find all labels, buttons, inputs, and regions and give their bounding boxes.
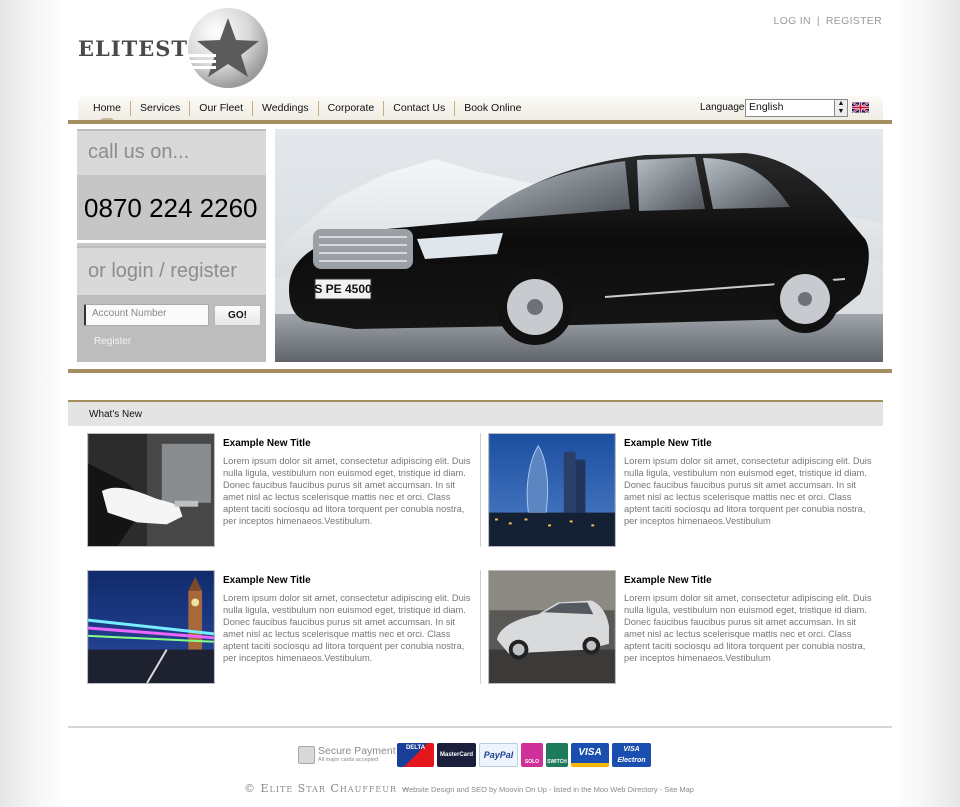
london-skyline-photo — [488, 433, 616, 547]
footer-credits[interactable]: Website Design and SEO by Moovin On Up -… — [402, 785, 694, 794]
language-value: English — [749, 101, 784, 113]
hero-car-image: S PE 4500 — [275, 129, 883, 362]
article-body: Lorem ipsum dolor sit amet, consectetur … — [223, 593, 471, 664]
lock-icon — [298, 746, 315, 764]
login-link[interactable]: LOG IN — [773, 15, 810, 27]
article-title[interactable]: Example New Title — [223, 575, 311, 586]
nav-list: Home Services Our Fleet Weddings Corpora… — [84, 96, 530, 123]
article-body: Lorem ipsum dolor sit amet, consectetur … — [624, 456, 872, 527]
nav-item-services[interactable]: Services — [131, 101, 191, 116]
secure-payment-badge: Secure Payment All major cards accepted — [298, 745, 396, 764]
secure-payment-subtitle: All major cards accepted — [318, 757, 379, 763]
whats-new-header: What's New — [68, 400, 883, 426]
login-register-heading: or login / register — [88, 260, 237, 282]
nav-item-book-online[interactable]: Book Online — [455, 101, 530, 116]
paypal-icon: PayPal — [479, 743, 518, 767]
register-link[interactable]: Register — [94, 336, 131, 347]
news-article-4[interactable]: Example New Title Lorem ipsum dolor sit … — [488, 570, 888, 684]
number-plate: S PE 4500 — [314, 282, 372, 296]
uk-flag-icon[interactable] — [852, 102, 869, 113]
account-links: LOG IN | REGISTER — [773, 15, 882, 27]
call-us-heading: call us on... — [88, 141, 190, 163]
footer-divider — [68, 726, 892, 728]
article-title[interactable]: Example New Title — [624, 438, 712, 449]
phone-number: 0870 224 2260 — [84, 193, 258, 223]
language-label: Language: — [700, 102, 748, 113]
news-article-2[interactable]: Example New Title Lorem ipsum dolor sit … — [488, 433, 888, 547]
column-divider — [480, 433, 481, 547]
register-top-link[interactable]: REGISTER — [826, 15, 882, 27]
visa-card-icon: VISA — [571, 743, 609, 767]
news-article-1[interactable]: Example New Title Lorem ipsum dolor sit … — [87, 433, 487, 547]
page-container: ELITESTAR LOG IN | REGISTER Home Services … — [68, 0, 892, 807]
updown-arrows-icon: ▲ ▼ — [834, 100, 847, 116]
elitestar-logo[interactable]: ELITESTAR — [78, 6, 278, 90]
whats-new-title: What's New — [89, 409, 143, 420]
news-article-3[interactable]: Example New Title Lorem ipsum dolor sit … — [87, 570, 487, 684]
article-body: Lorem ipsum dolor sit amet, consectetur … — [624, 593, 872, 664]
payment-methods: Secure Payment All major cards accepted … — [298, 743, 658, 767]
language-select[interactable]: English ▲ ▼ — [745, 99, 848, 117]
star-logo-icon — [186, 8, 268, 88]
article-body: Lorem ipsum dolor sit amet, consectetur … — [223, 456, 471, 527]
go-button[interactable]: GO! — [214, 305, 261, 326]
silver-car-photo — [488, 570, 616, 684]
big-ben-night-photo — [87, 570, 215, 684]
gold-divider — [68, 120, 892, 124]
nav-item-our-fleet[interactable]: Our Fleet — [190, 101, 254, 116]
solo-card-icon: SOLO — [521, 743, 543, 767]
copyright-label: © Elite Star Chauffeur — [244, 782, 398, 795]
nav-item-home[interactable]: Home — [84, 101, 132, 123]
phone-box: 0870 224 2260 — [77, 175, 266, 243]
article-title[interactable]: Example New Title — [624, 575, 712, 586]
call-us-heading-box: call us on... — [77, 129, 266, 175]
nav-item-contact-us[interactable]: Contact Us — [384, 101, 456, 116]
switch-card-icon: SWITCH — [546, 743, 568, 767]
column-divider — [480, 570, 481, 684]
visa-electron-card-icon: VISA Electron — [612, 743, 651, 767]
chauffeur-door-photo — [87, 433, 215, 547]
contact-login-panel: call us on... 0870 224 2260 or login / r… — [77, 129, 266, 362]
copyright-text: © Elite Star Chauffeur – — [244, 782, 416, 795]
secure-payment-title: Secure Payment — [318, 745, 396, 757]
nav-item-weddings[interactable]: Weddings — [253, 101, 319, 116]
article-title[interactable]: Example New Title — [223, 438, 311, 449]
main-navigation: Home Services Our Fleet Weddings Corpora… — [78, 96, 883, 123]
nav-item-corporate[interactable]: Corporate — [319, 101, 385, 116]
delta-card-icon: DELTA — [397, 743, 434, 767]
login-heading-box: or login / register — [77, 246, 266, 295]
mastercard-icon: MasterCard — [437, 743, 476, 767]
login-form: Account Number GO! Register — [77, 295, 266, 362]
account-number-input[interactable]: Account Number — [84, 304, 209, 326]
link-separator: | — [816, 15, 820, 27]
gold-divider-lower — [68, 369, 892, 373]
